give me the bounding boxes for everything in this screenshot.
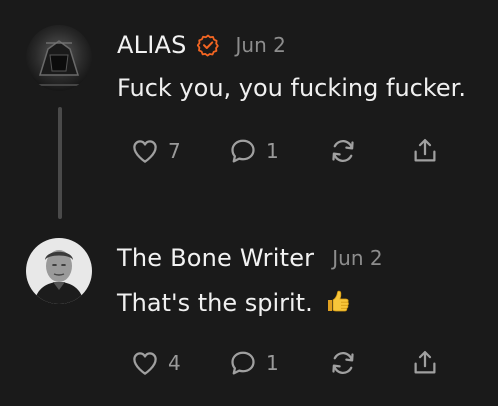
restack-button[interactable] — [328, 136, 410, 166]
share-button[interactable] — [410, 136, 440, 166]
comment-header: The Bone Writer Jun 2 — [117, 244, 383, 272]
comment-text: That's the spirit. — [117, 289, 313, 317]
share-icon — [414, 351, 436, 374]
share-button[interactable] — [410, 348, 440, 378]
thumbs-up-emoji — [324, 287, 352, 321]
avatar[interactable] — [26, 25, 92, 91]
avatar[interactable] — [26, 238, 92, 304]
verified-badge-icon — [196, 33, 220, 57]
restack-button[interactable] — [328, 348, 410, 378]
share-icon — [414, 139, 436, 162]
restack-icon — [332, 140, 354, 162]
comment-bubble-icon — [231, 139, 255, 163]
reply-button[interactable]: 1 — [228, 136, 328, 166]
comment: ALIAS Jun 2 Fuck you, you fucking fucker… — [0, 0, 498, 220]
restack-icon — [332, 352, 354, 374]
comment-actions: 4 1 — [130, 348, 440, 378]
comment: The Bone Writer Jun 2 That's the spirit.… — [0, 220, 498, 406]
author-name[interactable]: ALIAS — [117, 31, 187, 59]
thread-line — [58, 107, 62, 219]
comment-bubble-icon — [231, 351, 255, 375]
like-button[interactable]: 4 — [130, 348, 228, 378]
comment-text: Fuck you, you fucking fucker. — [117, 74, 466, 102]
like-count: 4 — [168, 351, 181, 375]
heart-icon — [133, 352, 157, 375]
comment-text-container: That's the spirit. — [117, 287, 352, 321]
reply-count: 1 — [266, 351, 279, 375]
reply-count: 1 — [266, 139, 279, 163]
heart-icon — [133, 140, 157, 163]
comment-date[interactable]: Jun 2 — [236, 33, 286, 57]
reply-button[interactable]: 1 — [228, 348, 328, 378]
comment-date[interactable]: Jun 2 — [332, 246, 382, 270]
comment-actions: 7 1 — [130, 136, 440, 166]
like-count: 7 — [168, 139, 181, 163]
comment-header: ALIAS Jun 2 — [117, 31, 286, 59]
like-button[interactable]: 7 — [130, 136, 228, 166]
author-name[interactable]: The Bone Writer — [117, 244, 314, 272]
